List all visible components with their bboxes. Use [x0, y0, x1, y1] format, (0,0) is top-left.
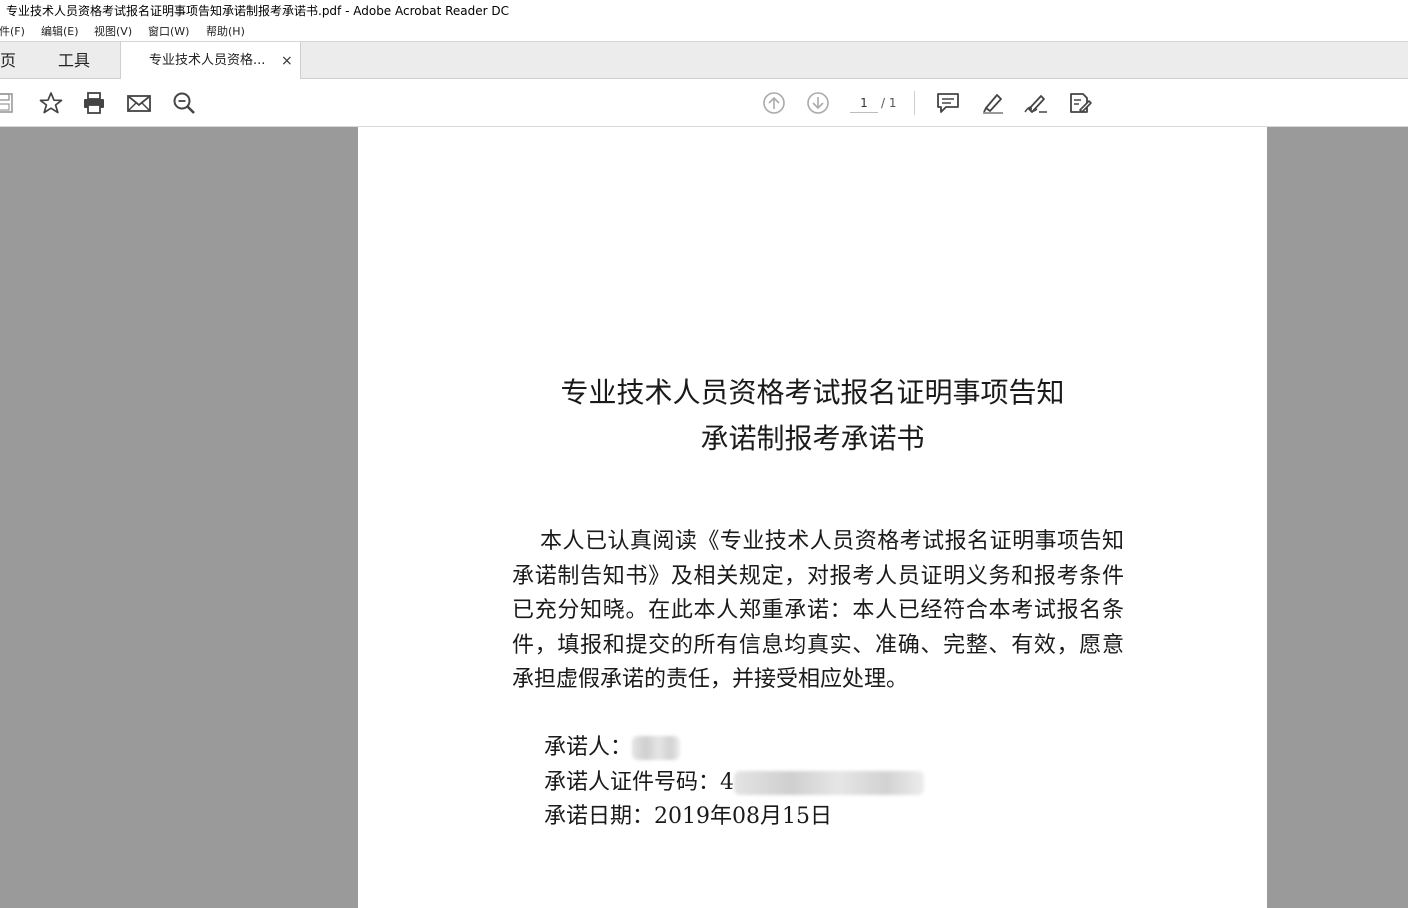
- document-body: 本人已认真阅读《专业技术人员资格考试报名证明事项告知承诺制告知书》及相关规定，对…: [512, 529, 1124, 692]
- document-viewport[interactable]: 专业技术人员资格考试报名证明事项告知 承诺制报考承诺书 本人已认真阅读《专业技术…: [0, 127, 1408, 908]
- id-label: 承诺人证件号码：: [544, 770, 721, 795]
- bookmark-star-icon[interactable]: [38, 91, 64, 115]
- page-number-input[interactable]: 1: [850, 93, 878, 113]
- menu-file[interactable]: 文件(F): [0, 22, 25, 42]
- date-label: 承诺日期：: [544, 804, 655, 829]
- signer-label: 承诺人：: [544, 735, 633, 760]
- window-title: 专业技术人员资格考试报名证明事项告知承诺制报考承诺书.pdf - Adobe A…: [0, 0, 1408, 22]
- pdf-page: 专业技术人员资格考试报名证明事项告知 承诺制报考承诺书 本人已认真阅读《专业技术…: [358, 127, 1267, 908]
- id-value-prefix: 4: [720, 770, 735, 795]
- print-icon[interactable]: [81, 91, 107, 115]
- id-redaction: [734, 771, 925, 795]
- tab-bar: 主页 工具 专业技术人员资格... ×: [0, 42, 1408, 80]
- id-number-line: 承诺人证件号码：4: [544, 766, 925, 800]
- comment-icon[interactable]: [935, 91, 961, 115]
- zoom-search-icon[interactable]: [171, 91, 197, 115]
- sign-icon[interactable]: [1023, 91, 1049, 115]
- signer-redaction: [632, 736, 681, 760]
- toolbar-divider: [914, 91, 915, 115]
- fill-edit-icon[interactable]: [1067, 91, 1093, 115]
- tab-tools[interactable]: 工具: [58, 42, 90, 79]
- menu-edit[interactable]: 编辑(E): [41, 22, 79, 42]
- document-title-line-2: 承诺制报考承诺书: [700, 422, 925, 455]
- page-total: / 1: [881, 96, 897, 110]
- tab-document-label: 专业技术人员资格...: [149, 53, 266, 68]
- menu-view[interactable]: 视图(V): [94, 22, 132, 42]
- signer-line: 承诺人：: [544, 731, 681, 765]
- close-tab-icon[interactable]: ×: [281, 42, 293, 80]
- page-down-icon[interactable]: [805, 91, 831, 115]
- document-title-line-1: 专业技术人员资格考试报名证明事项告知: [560, 376, 1065, 409]
- page-up-icon[interactable]: [761, 91, 787, 115]
- save-icon[interactable]: [0, 91, 16, 115]
- date-value: 2019年08月15日: [654, 804, 832, 829]
- date-line: 承诺日期：2019年08月15日: [544, 800, 832, 834]
- menu-bar: 文件(F) 编辑(E) 视图(V) 窗口(W) 帮助(H): [0, 22, 1408, 42]
- highlight-pen-icon[interactable]: [979, 91, 1005, 115]
- tab-document[interactable]: 专业技术人员资格... ×: [120, 42, 301, 80]
- email-icon[interactable]: [126, 91, 152, 115]
- menu-help[interactable]: 帮助(H): [206, 22, 245, 42]
- menu-window[interactable]: 窗口(W): [148, 22, 189, 42]
- tab-home[interactable]: 主页: [0, 42, 16, 79]
- toolbar: 1 / 1: [0, 79, 1408, 127]
